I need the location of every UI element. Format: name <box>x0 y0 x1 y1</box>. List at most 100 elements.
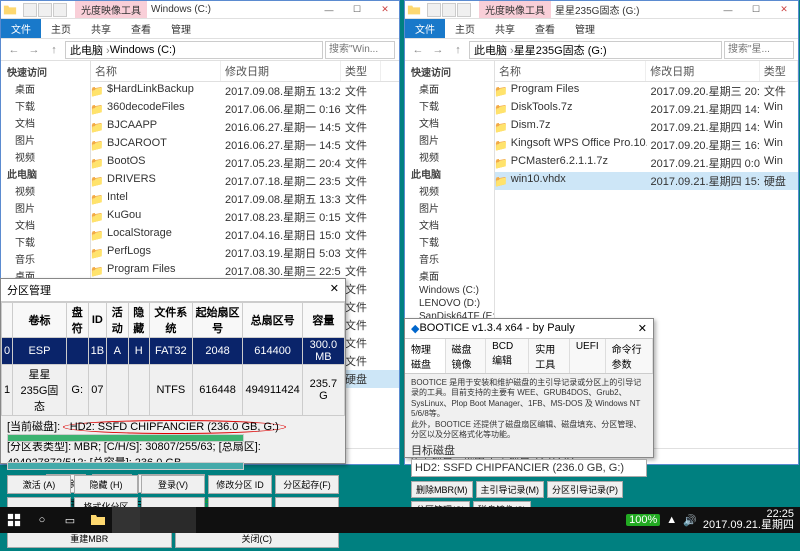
pm-button[interactable]: 登录(V) <box>141 475 205 494</box>
file-row[interactable]: 📁Intel2017.09.08.星期五 13:32文件 <box>91 190 399 208</box>
bootice-button[interactable]: 删除MBR(M) <box>411 481 473 498</box>
pm-button[interactable]: 隐藏 (H) <box>74 475 138 494</box>
ribbon-tab[interactable]: 管理 <box>565 19 605 38</box>
file-row[interactable]: 📁LocalStorage2017.04.16.星期日 15:03文件 <box>91 226 399 244</box>
fwd-button[interactable]: → <box>429 41 447 59</box>
ribbon-tab[interactable]: 共享 <box>81 19 121 38</box>
clock-date[interactable]: 2017.09.21.星期四 <box>703 520 794 531</box>
tree-item[interactable]: 下载 <box>405 233 494 250</box>
file-row[interactable]: 📁Program Files2017.09.20.星期三 20:55文件 <box>495 82 798 100</box>
tree-item[interactable]: 桌面 <box>405 80 494 97</box>
tree-item[interactable]: 文档 <box>405 114 494 131</box>
file-row[interactable]: 📁BJCAROOT2016.06.27.星期一 14:59文件 <box>91 136 399 154</box>
file-row[interactable]: 📁DRIVERS2017.07.18.星期二 23:56文件 <box>91 172 399 190</box>
tree-item[interactable]: 图片 <box>405 199 494 216</box>
pm-button[interactable]: 修改分区 ID <box>208 475 272 494</box>
bootice-tab[interactable]: 实用工具 <box>529 339 570 373</box>
breadcrumb[interactable]: 此电脑 星星235G固态 (G:) <box>469 41 722 59</box>
tree-item[interactable]: 文档 <box>1 114 90 131</box>
tree-item[interactable]: LENOVO (D:) <box>405 297 494 310</box>
bootice-tab[interactable]: BCD 编辑 <box>486 339 529 373</box>
search-icon[interactable]: ○ <box>28 507 56 533</box>
file-row[interactable]: 📁360decodeFiles2017.06.06.星期二 0:16文件 <box>91 100 399 118</box>
back-button[interactable]: ← <box>5 41 23 59</box>
tray-icon[interactable]: 🔊 <box>683 514 697 527</box>
bootice-tab[interactable]: 物理磁盘 <box>405 339 446 373</box>
tree-item[interactable]: 音乐 <box>1 250 90 267</box>
close-icon[interactable]: ✕ <box>638 322 647 335</box>
file-row[interactable]: 📁BJCAAPP2016.06.27.星期一 14:59文件 <box>91 118 399 136</box>
tree-item[interactable]: 视频 <box>405 182 494 199</box>
tree-item[interactable]: 下载 <box>1 97 90 114</box>
bootice-button[interactable]: 分区引导记录(P) <box>547 481 623 498</box>
pm-button[interactable]: 分区起存(F) <box>275 475 339 494</box>
ribbon-tab[interactable]: 文件 <box>405 19 445 38</box>
search-input[interactable] <box>724 41 794 59</box>
file-row[interactable]: 📁win10.vhdx2017.09.21.星期四 15:00硬盘 <box>495 172 798 190</box>
tree-item[interactable]: 视频 <box>1 148 90 165</box>
task-explorer[interactable] <box>84 507 112 533</box>
ribbon-tab[interactable]: 文件 <box>1 19 41 38</box>
tree-item[interactable]: 此电脑 <box>405 165 494 182</box>
tree-item[interactable]: 音乐 <box>405 250 494 267</box>
ribbon-tab[interactable]: 主页 <box>41 19 81 38</box>
ribbon-tab[interactable]: 共享 <box>485 19 525 38</box>
close-icon[interactable]: ✕ <box>330 282 339 298</box>
breadcrumb[interactable]: 此电脑 Windows (C:) <box>65 41 323 59</box>
min-button[interactable]: — <box>315 1 343 19</box>
target-disk-select[interactable]: HD2: SSFD CHIPFANCIER (236.0 GB, G:) <box>411 459 647 477</box>
task-app2[interactable] <box>140 507 168 533</box>
tree-item[interactable]: 快速访问 <box>405 63 494 80</box>
taskview-icon[interactable]: ▭ <box>56 507 84 533</box>
file-row[interactable]: 📁Kingsoft WPS Office Pro.10.8.0.6206[201… <box>495 136 798 154</box>
file-row[interactable]: 📁$HardLinkBackup2017.09.08.星期五 13:25文件 <box>91 82 399 100</box>
min-button[interactable]: — <box>714 1 742 19</box>
task-app1[interactable] <box>112 507 140 533</box>
tree-item[interactable]: 视频 <box>405 148 494 165</box>
tree-item[interactable]: 快速访问 <box>1 63 90 80</box>
ribbon-tab[interactable]: 查看 <box>525 19 565 38</box>
partition-row[interactable]: 1星星235G固态G:07NTFS616448494911424235.7 G <box>2 365 345 416</box>
tree-item[interactable]: 下载 <box>1 233 90 250</box>
tree-item[interactable]: 桌面 <box>1 80 90 97</box>
tree-item[interactable]: 图片 <box>405 131 494 148</box>
ribbon-tab[interactable]: 管理 <box>161 19 201 38</box>
tree-item[interactable]: 下载 <box>405 97 494 114</box>
bootice-tab[interactable]: UEFI <box>570 339 606 373</box>
bootice-tab[interactable]: 磁盘镜像 <box>446 339 487 373</box>
file-row[interactable]: 📁PerfLogs2017.03.19.星期日 5:03文件 <box>91 244 399 262</box>
file-row[interactable]: 📁PCMaster6.2.1.1.7z2017.09.21.星期四 0:06Wi… <box>495 154 798 172</box>
tree-item[interactable]: 文档 <box>405 216 494 233</box>
file-row[interactable]: 📁BootOS2017.05.23.星期二 20:44文件 <box>91 154 399 172</box>
file-row[interactable]: 📁KuGou2017.08.23.星期三 0:15文件 <box>91 208 399 226</box>
tree-item[interactable]: 桌面 <box>405 267 494 284</box>
file-row[interactable]: 📁DiskTools.7z2017.09.21.星期四 14:53Win <box>495 100 798 118</box>
folder-icon <box>3 3 17 17</box>
file-row[interactable]: 📁Dism.7z2017.09.21.星期四 14:53Win <box>495 118 798 136</box>
tray-icon[interactable]: ▲ <box>666 514 677 526</box>
close-button[interactable]: ✕ <box>371 1 399 19</box>
close-button[interactable]: ✕ <box>770 1 798 19</box>
bootice-button[interactable]: 主引导记录(M) <box>476 481 545 498</box>
tree-item[interactable]: Windows (C:) <box>405 284 494 297</box>
fwd-button[interactable]: → <box>25 41 43 59</box>
search-input[interactable] <box>325 41 395 59</box>
tree-item[interactable]: 图片 <box>1 199 90 216</box>
max-button[interactable]: ☐ <box>343 1 371 19</box>
partition-row[interactable]: 0ESP1BAHFAT322048614400300.0 MB <box>2 338 345 365</box>
ribbon-tab[interactable]: 主页 <box>445 19 485 38</box>
up-button[interactable]: ↑ <box>45 41 63 59</box>
ribbon-tab[interactable]: 查看 <box>121 19 161 38</box>
max-button[interactable]: ☐ <box>742 1 770 19</box>
back-button[interactable]: ← <box>409 41 427 59</box>
start-button[interactable] <box>0 507 28 533</box>
battery-indicator[interactable]: 100% <box>626 514 660 526</box>
bootice-tab[interactable]: 命令行参数 <box>606 339 653 373</box>
tree-item[interactable]: 此电脑 <box>1 165 90 182</box>
tree-item[interactable]: 文档 <box>1 216 90 233</box>
task-app3[interactable] <box>168 507 196 533</box>
pm-button[interactable]: 激活 (A) <box>7 475 71 494</box>
tree-item[interactable]: 图片 <box>1 131 90 148</box>
tree-item[interactable]: 视频 <box>1 182 90 199</box>
up-button[interactable]: ↑ <box>449 41 467 59</box>
